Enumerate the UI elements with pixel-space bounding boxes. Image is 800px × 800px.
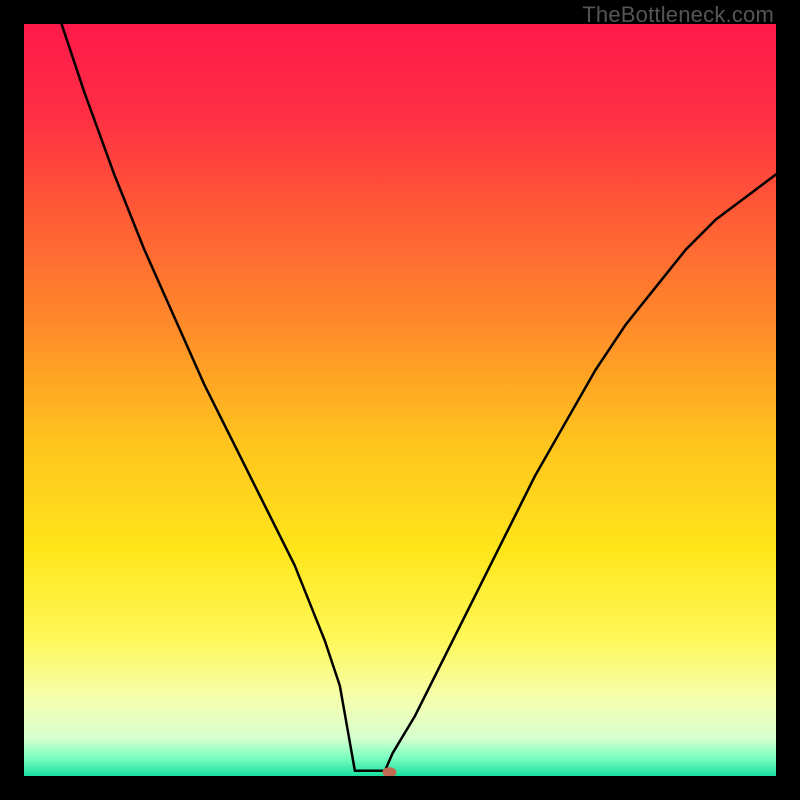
gradient-background xyxy=(24,24,776,776)
watermark-text: TheBottleneck.com xyxy=(582,2,774,28)
chart-svg xyxy=(24,24,776,776)
chart-frame xyxy=(24,24,776,776)
